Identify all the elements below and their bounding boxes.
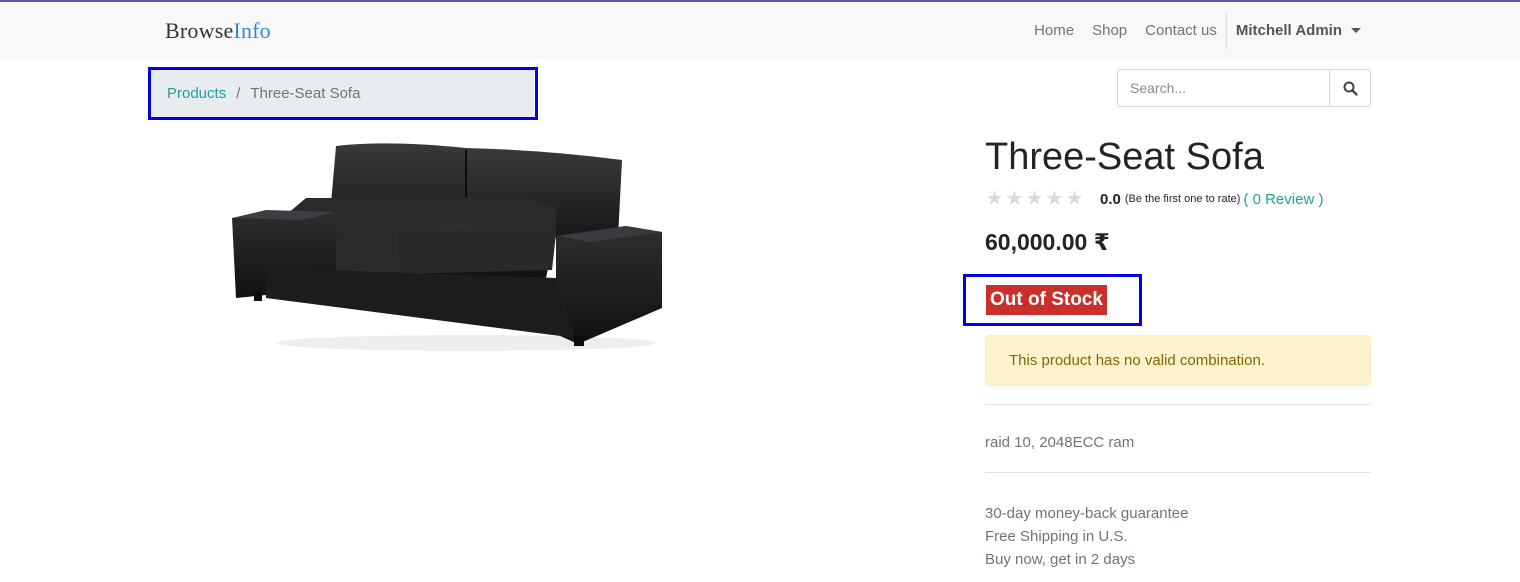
product-title: Three-Seat Sofa xyxy=(985,136,1264,178)
star-icon[interactable]: ★ xyxy=(1025,189,1044,209)
rating-note: (Be the first one to rate) xyxy=(1124,193,1241,205)
combination-alert: This product has no valid combination. xyxy=(985,335,1371,386)
breadcrumb-separator: / xyxy=(236,85,241,102)
search-button[interactable] xyxy=(1329,69,1371,107)
search-icon xyxy=(1343,81,1358,96)
rating-stars[interactable]: ★ ★ ★ ★ ★ xyxy=(985,189,1084,209)
star-icon[interactable]: ★ xyxy=(1045,189,1064,209)
user-name: Mitchell Admin xyxy=(1235,22,1342,39)
brand-text-primary: Browse xyxy=(165,18,234,43)
star-icon[interactable]: ★ xyxy=(1005,189,1024,209)
guarantee-line: 30-day money-back guarantee xyxy=(985,505,1189,522)
nav-menu: Home Shop Contact us Mitchell Admin xyxy=(1025,2,1370,59)
breadcrumb-products-link[interactable]: Products xyxy=(167,85,226,102)
review-link[interactable]: ( 0 Review ) xyxy=(1243,191,1323,208)
divider xyxy=(985,404,1371,405)
chevron-down-icon xyxy=(1351,28,1361,33)
breadcrumb: Products / Three-Seat Sofa xyxy=(151,70,534,117)
divider xyxy=(985,472,1371,473)
breadcrumb-current: Three-Seat Sofa xyxy=(250,85,361,102)
search-form xyxy=(1117,69,1371,107)
user-menu[interactable]: Mitchell Admin xyxy=(1227,22,1370,39)
guarantee-line: Free Shipping in U.S. xyxy=(985,528,1128,545)
star-icon[interactable]: ★ xyxy=(985,189,1004,209)
guarantee-list: 30-day money-back guarantee Free Shippin… xyxy=(985,502,1188,571)
brand-text-accent: Info xyxy=(233,18,271,43)
star-icon[interactable]: ★ xyxy=(1065,189,1084,209)
nav-contact-us[interactable]: Contact us xyxy=(1136,22,1226,39)
guarantee-line: Buy now, get in 2 days xyxy=(985,551,1136,568)
navbar: BrowseInfo Home Shop Contact us Mitchell… xyxy=(0,2,1520,59)
product-price: 60,000.00 ₹ xyxy=(985,229,1110,255)
out-of-stock-badge: Out of Stock xyxy=(986,285,1107,315)
rating-value: 0.0 xyxy=(1100,190,1121,208)
product-rating: ★ ★ ★ ★ ★ 0.0 (Be the first one to rate)… xyxy=(985,189,1324,209)
nav-shop[interactable]: Shop xyxy=(1083,22,1136,39)
product-description: raid 10, 2048ECC ram xyxy=(985,434,1135,451)
product-image xyxy=(232,143,662,351)
brand-logo[interactable]: BrowseInfo xyxy=(165,18,271,44)
search-input[interactable] xyxy=(1117,69,1329,107)
nav-home[interactable]: Home xyxy=(1025,22,1083,39)
